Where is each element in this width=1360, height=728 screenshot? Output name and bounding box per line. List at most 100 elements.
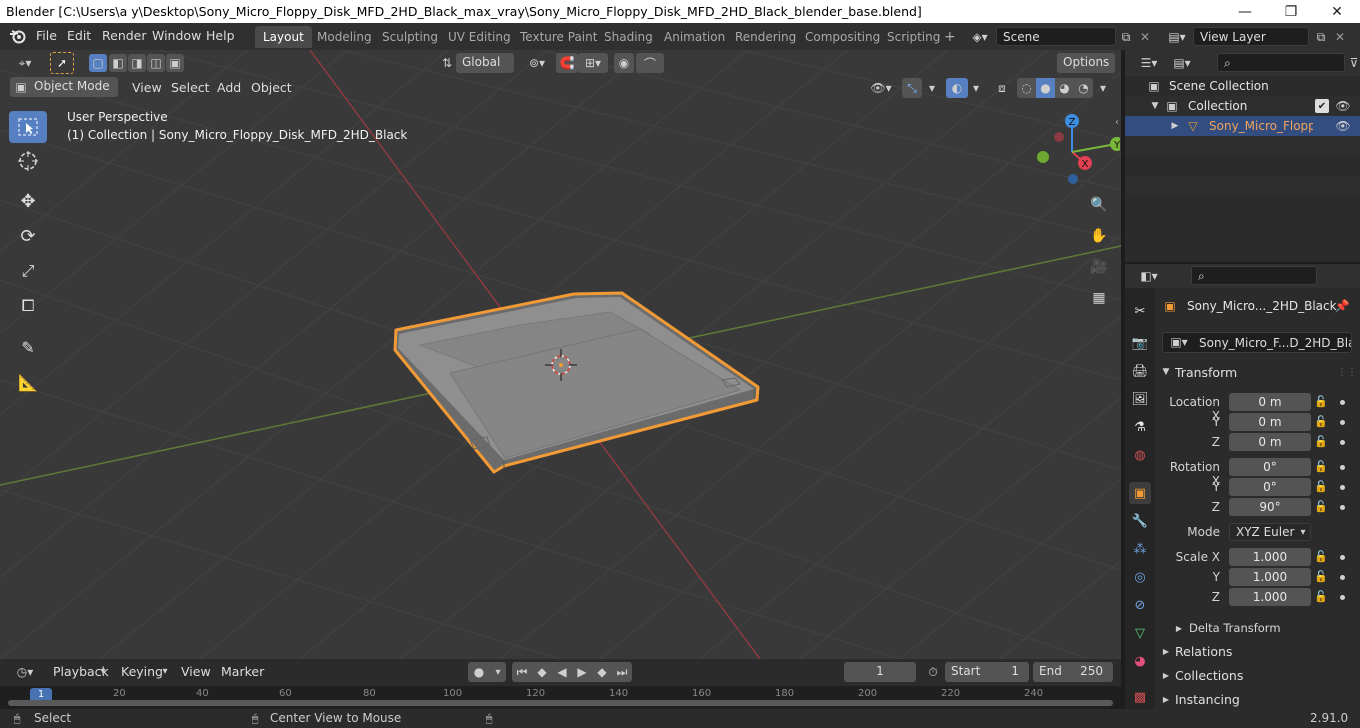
shading-dropdown-icon[interactable]: ▾ (1095, 78, 1111, 98)
annotate-tool-button[interactable]: ✎ (9, 331, 47, 363)
relations-expand-icon[interactable]: ▶ (1160, 645, 1172, 657)
outliner-row-object[interactable]: ▶ ▽ Sony_Micro_Floppy_I 👁 (1125, 116, 1360, 136)
timeline-ruler[interactable]: 1 20 40 60 80 100 120 140 160 180 200 22… (0, 686, 1121, 709)
scale-x-field[interactable]: 1.000 (1229, 548, 1311, 566)
preview-range-icon[interactable]: ⏱ (924, 662, 942, 682)
keyframe-dot-icon[interactable] (1340, 595, 1345, 600)
delete-view-layer-icon[interactable]: ✕ (1332, 28, 1348, 46)
new-view-layer-icon[interactable]: ⧉ (1312, 28, 1330, 46)
relations-section[interactable]: Relations (1175, 644, 1232, 659)
pivot-point-icon[interactable]: ⊚▾ (522, 53, 552, 73)
keyframe-dot-icon[interactable] (1340, 485, 1345, 490)
keyframe-dot-icon[interactable] (1340, 555, 1345, 560)
play-reverse-icon[interactable]: ◀ (552, 662, 572, 682)
material-tab-icon[interactable]: ◕ (1129, 650, 1151, 672)
menu-file[interactable]: File (36, 28, 57, 43)
start-frame-field[interactable]: Start 1 (945, 662, 1029, 682)
keyframe-dot-icon[interactable] (1340, 420, 1345, 425)
scale-y-lock-icon[interactable]: 🔓 (1314, 570, 1328, 584)
pin-icon[interactable]: 📌 (1334, 298, 1350, 314)
solid-shading-icon[interactable]: ● (1036, 78, 1055, 98)
rotation-z-field[interactable]: 90° (1229, 498, 1311, 516)
measure-tool-button[interactable]: 📐 (9, 366, 47, 398)
scene-selector-icon[interactable]: ◈▾ (966, 28, 994, 46)
record-keyframe-icon[interactable]: ● (468, 662, 490, 682)
transform-collapse-icon[interactable]: ▼ (1160, 366, 1172, 378)
select-mode-intersect-icon[interactable]: ▣ (166, 54, 184, 72)
keyframe-dot-icon[interactable] (1340, 440, 1345, 445)
outliner-row-collection[interactable]: ▼ ▣ Collection ✔ 👁 (1125, 96, 1360, 116)
play-icon[interactable]: ▶ (572, 662, 592, 682)
xray-toggle-icon[interactable]: ⧈ (992, 78, 1012, 98)
material-shading-icon[interactable]: ◕ (1055, 78, 1074, 98)
proportional-edit-icon[interactable]: ◉ (614, 53, 634, 73)
properties-editor-type-icon[interactable]: ◧▾ (1135, 267, 1163, 285)
select-mode-extend-icon[interactable]: ◧ (109, 54, 127, 72)
collections-expand-icon[interactable]: ▶ (1160, 669, 1172, 681)
visibility-filter-icon[interactable]: 👁▾ (866, 78, 896, 98)
rotation-x-field[interactable]: 0° (1229, 458, 1311, 476)
scene-name-field[interactable]: Scene (996, 27, 1116, 46)
timeline-menu-keying[interactable]: Keying (121, 664, 163, 679)
output-tab-icon[interactable]: 🖨 (1129, 360, 1151, 382)
tool-tab-icon[interactable]: ✂ (1129, 300, 1151, 322)
view-layer-name-field[interactable]: View Layer (1193, 27, 1309, 46)
timeline-editor-type-icon[interactable]: ◷▾ (10, 663, 40, 681)
constraints-tab-icon[interactable]: ⊘ (1129, 594, 1151, 616)
object-visibility-icon[interactable]: 👁 (1335, 119, 1351, 133)
expand-arrow-icon[interactable]: ▶ (1169, 119, 1181, 133)
scale-y-field[interactable]: 1.000 (1229, 568, 1311, 586)
menu-help[interactable]: Help (206, 28, 235, 43)
auto-keying-dropdown-icon[interactable]: ▾ (490, 662, 506, 682)
cursor-tool-button[interactable] (9, 145, 47, 177)
perspective-toggle-icon[interactable]: ▦ (1087, 286, 1111, 310)
end-frame-field[interactable]: End 250 (1033, 662, 1113, 682)
location-z-field[interactable]: 0 m (1229, 433, 1311, 451)
view-layer-tab-icon[interactable]: 🖼 (1129, 388, 1151, 410)
outliner-editor-type-icon[interactable]: ☰▾ (1135, 54, 1163, 72)
collection-visibility-icon[interactable]: 👁 (1335, 99, 1351, 113)
modifier-tab-icon[interactable]: 🔧 (1129, 510, 1151, 532)
previous-keyframe-icon[interactable]: ◆ (532, 662, 552, 682)
world-tab-icon[interactable]: ◍ (1129, 444, 1151, 466)
navigation-gizmo[interactable]: Z Y X (1030, 112, 1120, 192)
render-tab-icon[interactable]: 📷 (1129, 332, 1151, 354)
viewport-menu-add[interactable]: Add (217, 80, 241, 95)
rotate-tool-button[interactable]: ⟳ (9, 220, 47, 252)
tab-rendering[interactable]: Rendering (727, 26, 804, 48)
editor-type-icon[interactable]: ⌖▾ (10, 53, 40, 73)
outliner-filter-icon[interactable]: ⊽ (1347, 54, 1360, 72)
object-data-selector-icon[interactable]: ▣▾ (1166, 334, 1192, 350)
viewport-menu-object[interactable]: Object (251, 80, 292, 95)
next-keyframe-icon[interactable]: ◆ (592, 662, 612, 682)
tab-sculpting[interactable]: Sculpting (374, 26, 446, 48)
maximize-button[interactable]: ❐ (1268, 0, 1314, 23)
display-mode-icon[interactable]: ▤▾ (1167, 54, 1197, 72)
tab-shading[interactable]: Shading (596, 26, 661, 48)
select-mode-subtract-icon[interactable]: ◨ (128, 54, 146, 72)
pan-hand-icon[interactable]: ✋ (1087, 224, 1111, 248)
tab-modeling[interactable]: Modeling (309, 26, 380, 48)
transform-tool-button[interactable]: ⧠ (9, 290, 47, 322)
menu-window[interactable]: Window (152, 28, 201, 43)
sidebar-toggle-icon[interactable]: ‹ (1112, 115, 1121, 129)
tab-compositing[interactable]: Compositing (797, 26, 888, 48)
location-z-lock-icon[interactable]: 🔓 (1314, 435, 1328, 449)
location-y-field[interactable]: 0 m (1229, 413, 1311, 431)
transform-orientation-select[interactable]: Global (456, 53, 514, 73)
outliner-row-scene-collection[interactable]: ▣ Scene Collection (1125, 76, 1360, 96)
location-x-lock-icon[interactable]: 🔓 (1314, 395, 1328, 409)
physics-tab-icon[interactable]: ◎ (1129, 566, 1151, 588)
scale-z-lock-icon[interactable]: 🔓 (1314, 590, 1328, 604)
rendered-shading-icon[interactable]: ◔ (1074, 78, 1093, 98)
snap-toggle-icon[interactable]: 🧲 (556, 53, 578, 73)
add-workspace-button[interactable]: + (938, 26, 962, 48)
delete-scene-icon[interactable]: ✕ (1137, 28, 1153, 46)
proportional-falloff-icon[interactable]: ⌒ (636, 53, 664, 73)
select-mode-invert-icon[interactable]: ◫ (147, 54, 165, 72)
outliner-search-input[interactable]: ⌕ (1217, 53, 1345, 72)
menu-render[interactable]: Render (102, 28, 147, 43)
timeline-menu-marker[interactable]: Marker (221, 664, 264, 679)
jump-to-end-icon[interactable]: ⏭ (612, 662, 632, 682)
location-y-lock-icon[interactable]: 🔓 (1314, 415, 1328, 429)
